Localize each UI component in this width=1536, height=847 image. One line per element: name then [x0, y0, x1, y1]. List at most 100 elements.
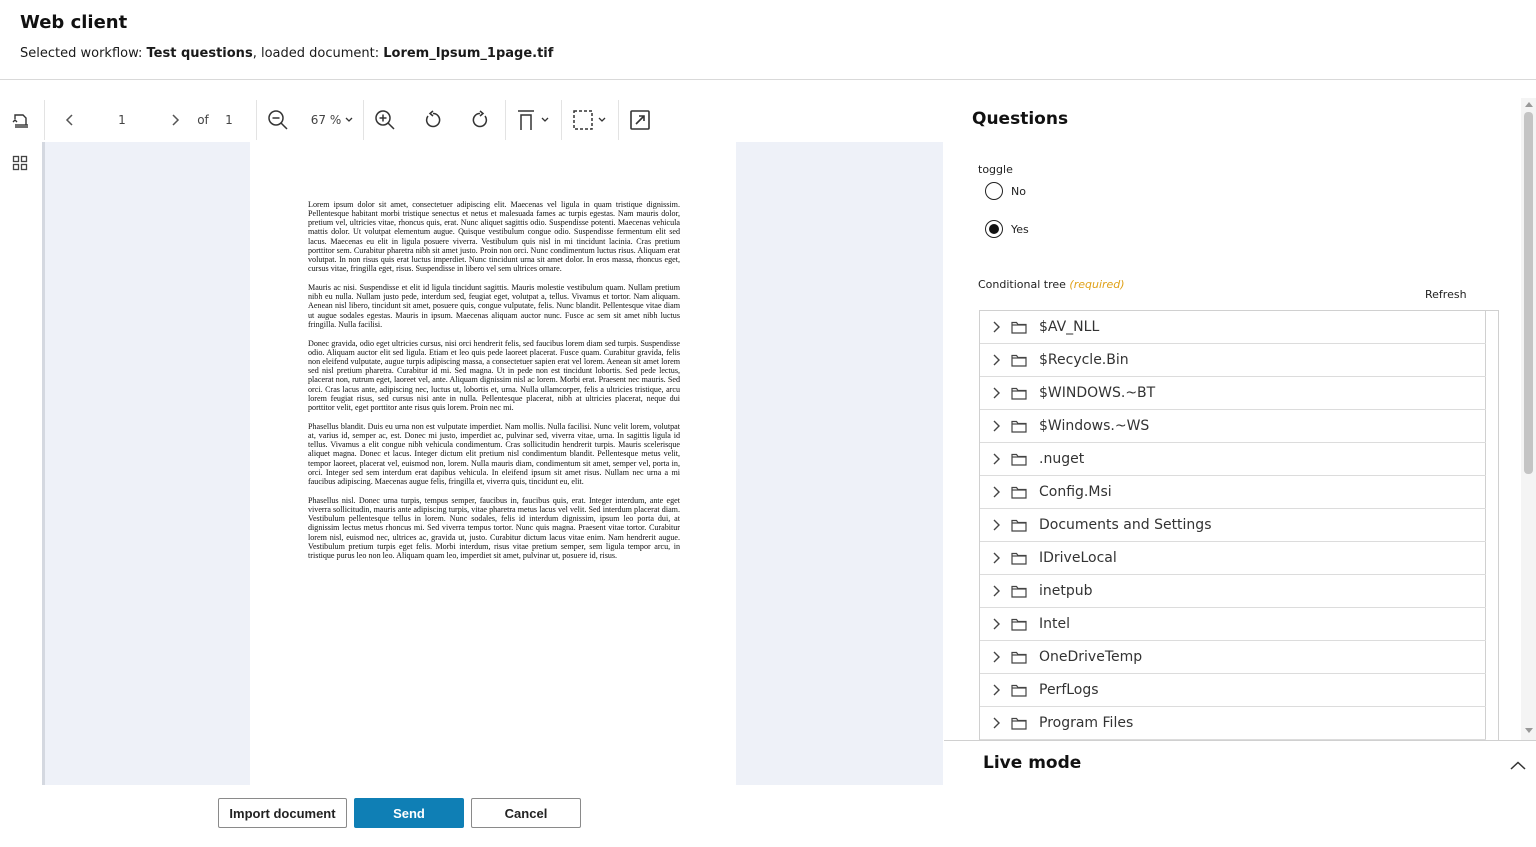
expand-icon — [629, 109, 651, 131]
document-paragraph: Mauris ac nisi. Suspendisse et elit id l… — [308, 283, 680, 329]
required-marker: (required) — [1069, 278, 1125, 291]
document-paragraph: Lorem ipsum dolor sit amet, consectetuer… — [308, 200, 680, 273]
document-paragraph: Donec gravida, odio eget ultricies cursu… — [308, 338, 680, 412]
tree-node[interactable]: Documents and Settings — [980, 509, 1486, 542]
live-mode-section: Live mode — [944, 740, 1536, 847]
chevron-right-icon[interactable] — [981, 584, 1011, 598]
tree-node-label: .nuget — [1039, 451, 1085, 467]
chevron-right-icon[interactable] — [981, 386, 1011, 400]
tree-node-label: Intel — [1039, 616, 1070, 632]
chevron-right-icon[interactable] — [981, 551, 1011, 565]
zoom-out-button[interactable] — [264, 98, 292, 142]
scroll-up-arrow[interactable] — [1525, 102, 1533, 107]
tree-node-label: $AV_NLL — [1039, 319, 1100, 335]
chevron-right-icon[interactable] — [981, 485, 1011, 499]
radio-circle[interactable] — [985, 182, 1003, 200]
zoom-out-icon — [267, 109, 289, 131]
refresh-link[interactable]: Refresh — [1425, 288, 1467, 301]
tree-node[interactable]: Program Files — [980, 707, 1486, 740]
import-document-button[interactable]: Import document — [218, 798, 347, 828]
folder-icon — [1011, 717, 1031, 730]
document-paragraph: Phasellus blandit. Duis eu urna non est … — [308, 421, 680, 486]
rotate-left-button[interactable] — [420, 98, 446, 142]
subtitle: Selected workflow: Test questions, loade… — [20, 46, 553, 61]
zoom-in-button[interactable] — [371, 98, 399, 142]
subtitle-prefix: Selected workflow: — [20, 46, 147, 61]
tree-node[interactable]: $Recycle.Bin — [980, 344, 1486, 377]
tree-node[interactable]: $AV_NLL — [980, 311, 1486, 344]
zoom-value: 67 % — [310, 113, 342, 127]
prev-page-button[interactable] — [58, 98, 82, 142]
workflow-name: Test questions — [146, 46, 253, 61]
chevron-right-icon[interactable] — [981, 419, 1011, 433]
chevron-right-icon[interactable] — [981, 452, 1011, 466]
questions-title: Questions — [972, 109, 1069, 129]
collapse-live-mode-button[interactable] — [1510, 756, 1526, 775]
radio-yes[interactable]: Yes — [985, 220, 1029, 238]
tree-node-label: inetpub — [1039, 583, 1093, 599]
page-of-label: of — [197, 113, 209, 127]
tree-node[interactable]: Intel — [980, 608, 1486, 641]
next-page-button[interactable] — [163, 98, 187, 142]
tree-node[interactable]: inetpub — [980, 575, 1486, 608]
send-button[interactable]: Send — [354, 798, 464, 828]
selection-icon — [572, 109, 594, 131]
fullscreen-button[interactable] — [626, 98, 654, 142]
cancel-button[interactable]: Cancel — [471, 798, 581, 828]
tree-node-label: $Windows.~WS — [1039, 418, 1150, 434]
viewer-edge — [42, 142, 45, 785]
chevron-right-icon[interactable] — [981, 518, 1011, 532]
chevron-right-icon[interactable] — [981, 650, 1011, 664]
scroll-down-arrow[interactable] — [1525, 728, 1533, 733]
chevron-right-icon[interactable] — [981, 617, 1011, 631]
folder-icon — [1011, 387, 1031, 400]
document-viewer[interactable]: Lorem ipsum dolor sit amet, consectetuer… — [42, 142, 943, 785]
tree-node[interactable]: IDriveLocal — [980, 542, 1486, 575]
fit-width-select[interactable] — [512, 98, 552, 142]
document-page: Lorem ipsum dolor sit amet, consectetuer… — [250, 142, 736, 785]
rotate-right-icon — [470, 110, 490, 130]
folder-icon — [1011, 354, 1031, 367]
tree-node[interactable]: PerfLogs — [980, 674, 1486, 707]
side-rail — [0, 142, 42, 785]
chevron-right-icon[interactable] — [981, 353, 1011, 367]
tree-node[interactable]: Config.Msi — [980, 476, 1486, 509]
radio-yes-label: Yes — [1011, 222, 1029, 236]
tree-node-label: OneDriveTemp — [1039, 649, 1143, 665]
zoom-select[interactable]: 67 % — [308, 98, 356, 142]
rotate-page-button[interactable] — [6, 98, 36, 142]
folder-icon — [1011, 486, 1031, 499]
thumbnails-button[interactable] — [9, 154, 31, 176]
tree-node[interactable]: $WINDOWS.~BT — [980, 377, 1486, 410]
tree-node-label: Config.Msi — [1039, 484, 1112, 500]
folder-icon — [1011, 453, 1031, 466]
tree-node-label: Documents and Settings — [1039, 517, 1212, 533]
radio-no[interactable]: No — [985, 182, 1026, 200]
page-rotate-icon — [11, 110, 31, 130]
fit-page-icon — [516, 109, 536, 131]
tree-node-label: IDriveLocal — [1039, 550, 1117, 566]
document-name: Lorem_Ipsum_1page.tif — [383, 46, 554, 61]
document-text: Lorem ipsum dolor sit amet, consectetuer… — [308, 200, 680, 570]
panel-scrollbar[interactable] — [1521, 98, 1536, 740]
live-mode-title: Live mode — [983, 753, 1082, 773]
chevron-right-icon[interactable] — [981, 683, 1011, 697]
rotate-right-button[interactable] — [467, 98, 493, 142]
folder-icon — [1011, 552, 1031, 565]
tree-node[interactable]: $Windows.~WS — [980, 410, 1486, 443]
radio-circle-selected[interactable] — [985, 220, 1003, 238]
selection-tool-select[interactable] — [568, 98, 610, 142]
tree-node-label: Program Files — [1039, 715, 1134, 731]
page-number-input[interactable]: 1 — [108, 98, 136, 142]
tree-node[interactable]: .nuget — [980, 443, 1486, 476]
folder-icon — [1011, 519, 1031, 532]
chevron-right-icon[interactable] — [981, 320, 1011, 334]
radio-no-label: No — [1011, 184, 1026, 198]
scroll-thumb[interactable] — [1524, 112, 1533, 474]
tree-node[interactable]: OneDriveTemp — [980, 641, 1486, 674]
chevron-right-icon[interactable] — [981, 716, 1011, 730]
app-title: Web client — [20, 12, 128, 33]
tree-node-label: PerfLogs — [1039, 682, 1099, 698]
folder-icon — [1011, 420, 1031, 433]
document-paragraph: Phasellus nisl. Donec urna turpis, tempu… — [308, 495, 680, 560]
